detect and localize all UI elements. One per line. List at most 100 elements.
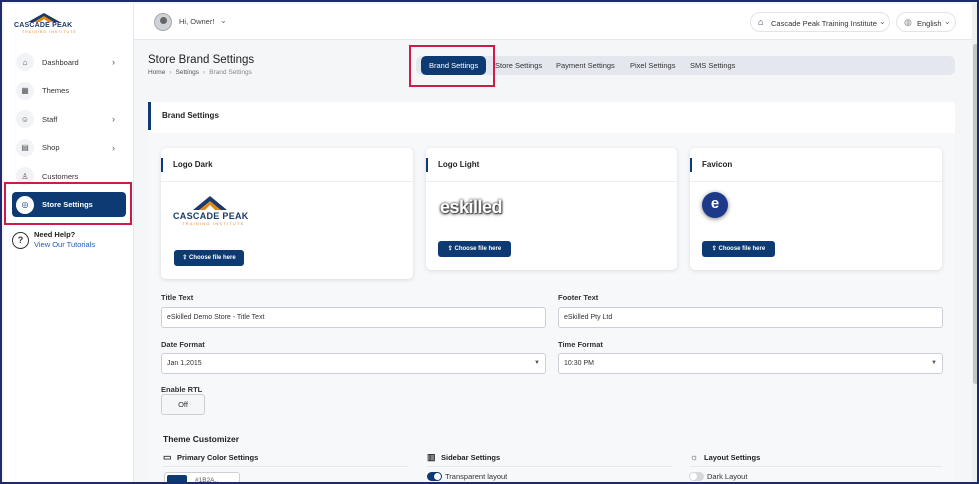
- breadcrumb-current: Brand Settings: [209, 69, 252, 76]
- themes-icon: ▦: [16, 81, 34, 100]
- building-icon: ⌂: [758, 17, 764, 27]
- sun-icon: ☼: [690, 452, 699, 462]
- page-scrollbar[interactable]: [972, 4, 977, 482]
- settings-icon: ◎: [16, 195, 34, 214]
- scrollbar-thumb[interactable]: [973, 44, 977, 384]
- breadcrumb-settings[interactable]: Settings: [176, 69, 200, 76]
- time-format-select[interactable]: 10:30 PM ▼: [558, 353, 943, 374]
- heading-label: Layout Settings: [704, 453, 761, 462]
- theme-customizer-title: Theme Customizer: [163, 434, 240, 444]
- primary-color-picker[interactable]: #1B2A..: [164, 472, 240, 482]
- time-format-label: Time Format: [558, 340, 603, 349]
- chevron-right-icon: ›: [112, 142, 115, 153]
- title-text-label: Title Text: [161, 293, 194, 302]
- section-title: Brand Settings: [162, 111, 219, 120]
- help-title: Need Help?: [34, 230, 76, 239]
- institute-name: Cascade Peak Training Institute: [771, 18, 877, 28]
- brand-logo[interactable]: CASCADE PEAK TRAINING INSTITUTE: [14, 12, 77, 38]
- divider: [163, 466, 408, 467]
- sidebar-item-label: Dashboard: [42, 57, 79, 67]
- date-format-select[interactable]: Jan 1,2015 ▼: [161, 353, 546, 374]
- divider: [427, 466, 672, 467]
- sidebar-layout-icon: ▥: [427, 452, 436, 462]
- choose-file-button[interactable]: ⇪ Choose file here: [438, 241, 511, 257]
- card-title: Favicon: [702, 160, 733, 169]
- tutorials-link[interactable]: View Our Tutorials: [34, 240, 95, 249]
- logo-light-card: Logo Light eskilled ⇪ Choose file here: [426, 148, 677, 270]
- breadcrumb: Home › Settings › Brand Settings: [148, 69, 252, 76]
- logo-subtitle: TRAINING INSTITUTE: [22, 30, 77, 34]
- mountain-icon: [193, 196, 227, 210]
- choose-file-button[interactable]: ⇪ Choose file here: [702, 241, 775, 257]
- sidebar-item-themes[interactable]: ▦ Themes: [4, 77, 134, 106]
- divider: [690, 466, 942, 467]
- logo-light-preview: eskilled: [440, 197, 503, 217]
- card-header: Favicon: [690, 148, 942, 182]
- mountain-icon: [28, 13, 60, 22]
- home-icon: ⌂: [16, 53, 34, 72]
- chevron-down-icon: ⌄: [944, 17, 951, 26]
- chevron-right-icon: ›: [112, 114, 115, 125]
- dark-layout-switch[interactable]: [689, 472, 704, 481]
- page-title: Store Brand Settings: [148, 54, 255, 66]
- card-header: Logo Light: [426, 148, 677, 182]
- sidebar-item-label: Staff: [42, 114, 58, 124]
- tab-store-settings[interactable]: Store Settings: [495, 56, 542, 75]
- primary-color-heading: ▭ Primary Color Settings: [163, 452, 258, 463]
- breadcrumb-home[interactable]: Home: [148, 69, 165, 76]
- logo-dark-preview: CASCADE PEAK TRAINING INSTITUTE: [173, 194, 248, 228]
- chevron-down-icon[interactable]: ⌄: [220, 16, 227, 25]
- sidebar-item-dashboard[interactable]: ⌂ Dashboard ›: [4, 48, 134, 77]
- logo-subtitle: TRAINING INSTITUTE: [182, 221, 245, 226]
- tab-sms-settings[interactable]: SMS Settings: [690, 56, 735, 75]
- transparent-layout-label: Transparent layout: [445, 472, 508, 481]
- logo-dark-card: Logo Dark CASCADE PEAK TRAINING INSTITUT…: [161, 148, 413, 279]
- heading-label: Sidebar Settings: [441, 453, 501, 462]
- language-label: English: [917, 18, 942, 28]
- select-value: 10:30 PM: [564, 360, 594, 367]
- tab-payment-settings[interactable]: Payment Settings: [556, 56, 615, 75]
- sidebar: CASCADE PEAK TRAINING INSTITUTE ⌂ Dashbo…: [4, 4, 134, 482]
- help-section: ? Need Help? View Our Tutorials: [12, 230, 132, 254]
- transparent-layout-switch[interactable]: [427, 472, 442, 481]
- button-label: Choose file here: [454, 246, 502, 252]
- select-value: Jan 1,2015: [167, 360, 202, 367]
- sidebar-item-label: Customers: [42, 171, 79, 181]
- footer-text-label: Footer Text: [558, 293, 599, 302]
- annotation-highlight-tab: [409, 45, 495, 87]
- button-label: Choose file here: [718, 246, 766, 252]
- choose-file-button[interactable]: ⇪ Choose file here: [174, 250, 244, 266]
- top-bar: Hi, Owner! ⌄ ⌂ Cascade Peak Training Ins…: [134, 4, 972, 40]
- user-greeting[interactable]: Hi, Owner!: [179, 17, 214, 26]
- rtl-toggle[interactable]: Off: [161, 394, 205, 415]
- settings-tabs: Brand Settings Store Settings Payment Se…: [416, 56, 955, 75]
- card-title: Logo Dark: [173, 160, 213, 169]
- card-icon: ▭: [163, 452, 172, 462]
- app-window: CASCADE PEAK TRAINING INSTITUTE ⌂ Dashbo…: [0, 0, 979, 484]
- globe-icon: ◍: [904, 17, 912, 27]
- language-selector[interactable]: ◍ English ⌄: [896, 12, 956, 32]
- sidebar-item-label: Themes: [42, 86, 70, 96]
- date-format-label: Date Format: [161, 340, 205, 349]
- institute-selector[interactable]: ⌂ Cascade Peak Training Institute ⌄: [750, 12, 890, 32]
- logo-title: CASCADE PEAK: [14, 22, 73, 29]
- button-label: Choose file here: [189, 255, 236, 261]
- heading-label: Primary Color Settings: [177, 453, 259, 462]
- favicon-card: Favicon e ⇪ Choose file here: [690, 148, 942, 270]
- tab-pixel-settings[interactable]: Pixel Settings: [630, 56, 675, 75]
- layout-settings-heading: ☼ Layout Settings: [690, 452, 760, 462]
- staff-icon: ☺: [16, 110, 34, 129]
- breadcrumb-separator: ›: [169, 69, 172, 76]
- logo-title: CASCADE PEAK: [173, 211, 249, 221]
- section-header: Brand Settings: [148, 102, 955, 130]
- footer-text-input[interactable]: eSkilled Pty Ltd: [558, 307, 943, 328]
- color-swatch: [167, 475, 187, 482]
- breadcrumb-separator: ›: [203, 69, 206, 76]
- sidebar-item-staff[interactable]: ☺ Staff ›: [4, 105, 134, 134]
- avatar[interactable]: [154, 13, 172, 31]
- caret-down-icon: ▼: [931, 360, 937, 366]
- sidebar-item-shop[interactable]: ▤ Shop ›: [4, 134, 134, 163]
- dark-layout-label: Dark Layout: [707, 472, 748, 481]
- title-text-input[interactable]: eSkilled Demo Store - Title Text: [161, 307, 546, 328]
- card-header: Logo Dark: [161, 148, 413, 182]
